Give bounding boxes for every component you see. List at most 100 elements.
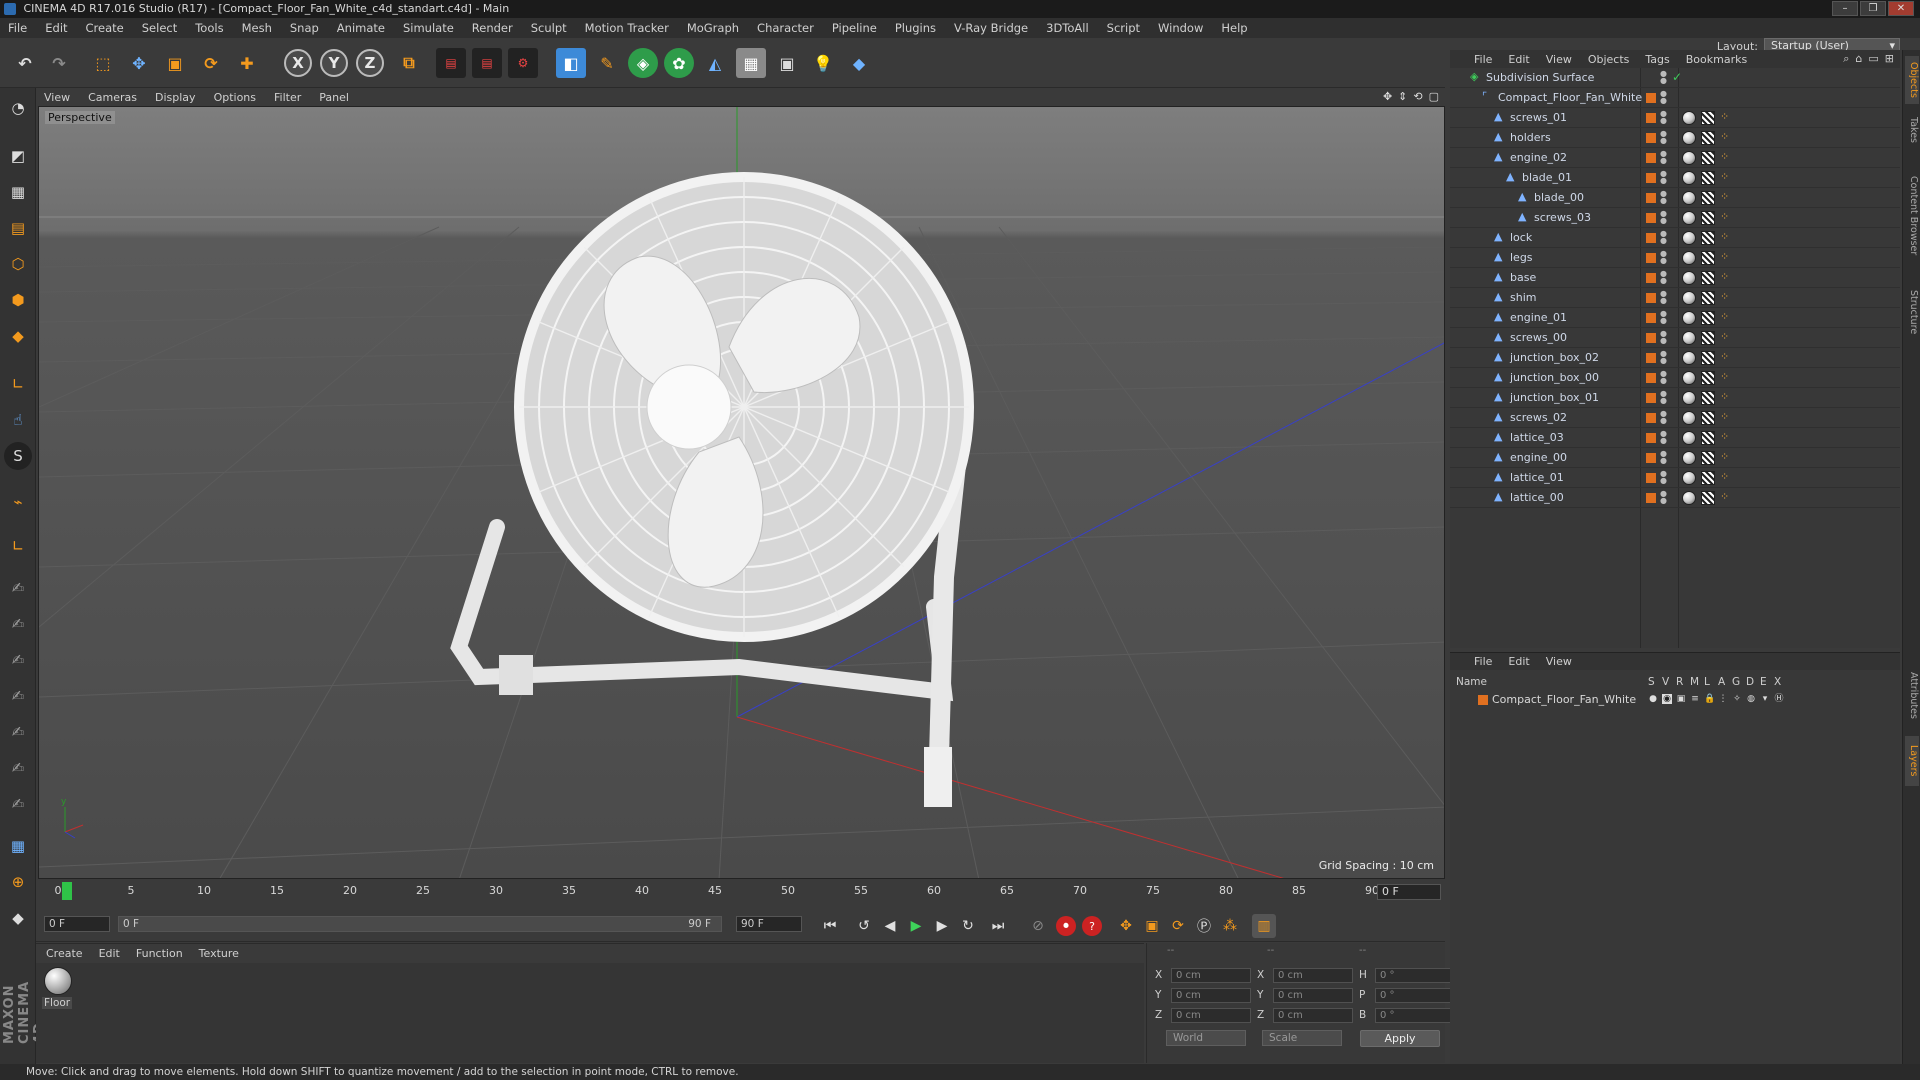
play-icon[interactable]: ▶ <box>904 914 928 938</box>
viewport-menu-view[interactable]: View <box>44 91 70 104</box>
visibility-dots-icon[interactable]: ● ● <box>1660 430 1667 445</box>
om-menu-tags[interactable]: Tags <box>1645 53 1669 66</box>
menu-help[interactable]: Help <box>1221 21 1247 35</box>
move-icon[interactable]: ✥ <box>124 48 154 78</box>
key-scale-icon[interactable]: ▣ <box>1140 914 1164 938</box>
phong-tag-icon[interactable]: ⁘ <box>1720 450 1729 463</box>
home-icon[interactable]: ⌂ <box>1855 52 1862 66</box>
layer-color-swatch[interactable] <box>1646 213 1656 223</box>
object-name[interactable]: engine_01 <box>1510 311 1567 324</box>
floor-icon[interactable]: ▦ <box>736 48 766 78</box>
object-name[interactable]: holders <box>1510 131 1551 144</box>
deformers-toggle-icon[interactable]: ◍ <box>1746 694 1756 704</box>
visibility-dots-icon[interactable]: ● ● <box>1660 110 1667 125</box>
phong-tag-icon[interactable]: ⁘ <box>1720 190 1729 203</box>
visibility-dots-icon[interactable]: ● ● <box>1660 450 1667 465</box>
edit-render-settings-icon[interactable]: ⚙ <box>508 48 538 78</box>
close-button[interactable]: ✕ <box>1888 1 1914 16</box>
lm-menu-edit[interactable]: Edit <box>1508 655 1529 668</box>
layer-color-swatch[interactable] <box>1646 93 1656 103</box>
tab-layers[interactable]: Layers <box>1905 736 1919 786</box>
redo-icon[interactable]: ↷ <box>44 48 74 78</box>
object-name[interactable]: lock <box>1510 231 1532 244</box>
end-frame-field[interactable]: 90 F <box>736 916 802 932</box>
layer-column-header[interactable]: E <box>1760 676 1767 688</box>
visibility-dots-icon[interactable]: ● ● <box>1660 390 1667 405</box>
object-row[interactable]: ▲ shim ● ● ⁘ <box>1450 288 1900 308</box>
texture-tag-icon[interactable] <box>1701 471 1715 485</box>
visibility-dots-icon[interactable]: ● ● <box>1660 230 1667 245</box>
object-name[interactable]: screws_01 <box>1510 111 1567 124</box>
apply-button[interactable]: Apply <box>1360 1030 1440 1047</box>
manager-toggle-icon[interactable]: ≡ <box>1690 694 1700 704</box>
texture-tag-icon[interactable] <box>1701 211 1715 225</box>
maximize-view-icon[interactable]: ▢ <box>1429 90 1439 103</box>
phong-tag-icon[interactable]: ⁘ <box>1720 170 1729 183</box>
object-name[interactable]: blade_00 <box>1534 191 1584 204</box>
generators-toggle-icon[interactable]: ✧ <box>1732 694 1742 704</box>
material-tag-icon[interactable] <box>1682 371 1696 385</box>
cube-icon[interactable]: ◧ <box>556 48 586 78</box>
visibility-dots-icon[interactable]: ● ● <box>1660 330 1667 345</box>
object-row[interactable]: ▲ base ● ● ⁘ <box>1450 268 1900 288</box>
object-row[interactable]: ▲ lattice_01 ● ● ⁘ <box>1450 468 1900 488</box>
phong-tag-icon[interactable]: ⁘ <box>1720 430 1729 443</box>
previous-key-icon[interactable]: ↺ <box>852 914 876 938</box>
object-row[interactable]: ▲ junction_box_00 ● ● ⁘ <box>1450 368 1900 388</box>
lock-workplane-icon[interactable]: ▦ <box>4 832 32 860</box>
menu-simulate[interactable]: Simulate <box>403 21 454 35</box>
rotation-p-field[interactable]: 0 ° <box>1375 987 1455 1003</box>
menu-tools[interactable]: Tools <box>195 21 223 35</box>
menu-window[interactable]: Window <box>1158 21 1203 35</box>
undo-icon[interactable]: ↶ <box>10 48 40 78</box>
tab-content-browser[interactable]: Content Browser <box>1905 156 1919 276</box>
key-rotation-icon[interactable]: ⟳ <box>1166 914 1190 938</box>
layers-icon[interactable]: ▭ <box>1868 52 1878 66</box>
object-name[interactable]: legs <box>1510 251 1533 264</box>
subdivision-icon[interactable]: ◈ <box>628 48 658 78</box>
visibility-dots-icon[interactable]: ● ● <box>1660 410 1667 425</box>
texture-tag-icon[interactable] <box>1701 151 1715 165</box>
dolly-icon[interactable]: ⇕ <box>1398 90 1407 103</box>
position-y-field[interactable]: 0 cm <box>1171 987 1251 1003</box>
layer-color-swatch[interactable] <box>1478 695 1488 705</box>
phong-tag-icon[interactable]: ⁘ <box>1720 390 1729 403</box>
visibility-dots-icon[interactable]: ● ● <box>1660 210 1667 225</box>
go-to-start-icon[interactable]: ⏮ <box>818 914 842 938</box>
points-mode-icon[interactable]: ⬡ <box>4 250 32 278</box>
menu-pipeline[interactable]: Pipeline <box>832 21 877 35</box>
live-selection-icon[interactable]: ⬚ <box>88 48 118 78</box>
inflate-brush-icon[interactable]: ✍ <box>4 718 32 746</box>
smooth-brush-icon[interactable]: ✍ <box>4 646 32 674</box>
layer-column-header[interactable]: L <box>1704 676 1710 688</box>
material-tag-icon[interactable] <box>1682 491 1696 505</box>
visibility-dots-icon[interactable]: ● ● <box>1660 90 1667 105</box>
menu-snap[interactable]: Snap <box>290 21 319 35</box>
tab-structure[interactable]: Structure <box>1905 282 1919 342</box>
layer-column-header[interactable]: M <box>1690 676 1699 688</box>
rotation-b-field[interactable]: 0 ° <box>1375 1007 1455 1023</box>
layer-column-header[interactable]: Name <box>1456 676 1487 688</box>
expressions-toggle-icon[interactable]: ▾ <box>1760 694 1770 704</box>
menu-edit[interactable]: Edit <box>45 21 67 35</box>
phong-tag-icon[interactable]: ⁘ <box>1720 110 1729 123</box>
object-name[interactable]: junction_box_02 <box>1510 351 1599 364</box>
material-tag-icon[interactable] <box>1682 431 1696 445</box>
object-name[interactable]: screws_02 <box>1510 411 1567 424</box>
previous-frame-icon[interactable]: ◀ <box>878 914 902 938</box>
material-tag-icon[interactable] <box>1682 311 1696 325</box>
menu-create[interactable]: Create <box>86 21 124 35</box>
layer-color-swatch[interactable] <box>1646 473 1656 483</box>
menu-vray-bridge[interactable]: V-Ray Bridge <box>954 21 1028 35</box>
material-tag-icon[interactable] <box>1682 251 1696 265</box>
texture-tag-icon[interactable] <box>1701 311 1715 325</box>
visibility-dots-icon[interactable]: ● ● <box>1660 290 1667 305</box>
menu-motion-tracker[interactable]: Motion Tracker <box>585 21 669 35</box>
material-tag-icon[interactable] <box>1682 291 1696 305</box>
texture-tag-icon[interactable] <box>1701 451 1715 465</box>
layer-color-swatch[interactable] <box>1646 113 1656 123</box>
position-x-field[interactable]: 0 cm <box>1171 967 1251 983</box>
tweak-mode-icon[interactable]: ☝ <box>4 406 32 434</box>
object-row[interactable]: ▲ engine_02 ● ● ⁘ <box>1450 148 1900 168</box>
menu-3dtoall[interactable]: 3DToAll <box>1046 21 1089 35</box>
